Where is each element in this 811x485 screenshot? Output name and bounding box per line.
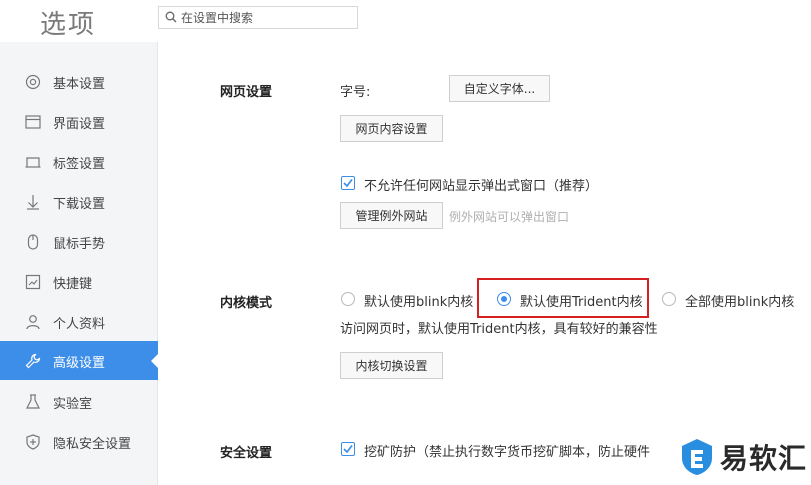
kernel-switch-settings-button[interactable]: 内核切换设置: [340, 352, 443, 379]
wrench-icon: [25, 353, 41, 369]
sidebar-item-advanced[interactable]: 高级设置: [0, 341, 159, 380]
sidebar-item-basic[interactable]: 基本设置: [0, 62, 158, 101]
sidebar-item-tabs[interactable]: 标签设置: [0, 142, 158, 181]
sidebar-item-label: 实验室: [53, 397, 93, 412]
mining-protection-checkbox[interactable]: [341, 442, 355, 456]
sidebar-item-label: 高级设置: [53, 356, 106, 371]
watermark: 易软汇: [680, 437, 807, 477]
sidebar-item-interface[interactable]: 界面设置: [0, 102, 158, 141]
tab-icon: [25, 157, 41, 168]
sidebar-item-download[interactable]: 下载设置: [0, 182, 158, 221]
sidebar-item-label: 快捷键: [53, 277, 93, 292]
kernel-section-label: 内核模式: [220, 296, 273, 311]
checkmark-icon: [343, 444, 353, 454]
radio-blink-default-label: 默认使用blink内核: [364, 295, 474, 310]
popup-block-label: 不允许任何网站显示弹出式窗口（推荐）: [364, 179, 599, 194]
webpage-content-settings-button[interactable]: 网页内容设置: [340, 115, 443, 142]
search-box[interactable]: [158, 6, 358, 29]
header: 选项: [0, 0, 811, 42]
kernel-description: 访问网页时，默认使用Trident内核，具有较好的兼容性: [340, 322, 658, 337]
webpage-section-label: 网页设置: [220, 85, 273, 100]
sidebar-item-label: 标签设置: [53, 157, 106, 172]
shortcut-icon: [25, 274, 41, 290]
custom-font-button[interactable]: 自定义字体...: [449, 75, 550, 102]
page-title: 选项: [40, 10, 97, 40]
radio-blink-all[interactable]: [662, 292, 676, 306]
sidebar-item-shortcuts[interactable]: 快捷键: [0, 262, 158, 301]
manage-exceptions-button[interactable]: 管理例外网站: [340, 202, 443, 229]
sidebar-item-label: 下载设置: [53, 197, 106, 212]
radio-blink-all-label: 全部使用blink内核: [685, 295, 795, 310]
sidebar-item-label: 个人资料: [53, 317, 106, 332]
sidebar-item-mouse-gesture[interactable]: 鼠标手势: [0, 222, 158, 261]
person-icon: [26, 315, 40, 330]
radio-trident-default-label: 默认使用Trident内核: [520, 295, 643, 310]
sidebar: 基本设置 界面设置 标签设置 下载设置 鼠标手势 快捷键 个人资料 高级设置 实…: [0, 42, 159, 485]
sidebar-item-label: 鼠标手势: [53, 237, 106, 252]
sidebar-item-label: 基本设置: [53, 77, 106, 92]
watermark-text: 易软汇: [719, 442, 807, 475]
radio-trident-default[interactable]: [497, 292, 511, 306]
logo-icon: [681, 439, 712, 475]
search-icon: [165, 11, 177, 23]
security-section-label: 安全设置: [220, 446, 273, 461]
sidebar-item-lab[interactable]: 实验室: [0, 382, 158, 421]
sidebar-item-profile[interactable]: 个人资料: [0, 302, 158, 341]
sidebar-item-label: 界面设置: [53, 117, 106, 132]
radio-blink-default[interactable]: [341, 292, 355, 306]
exceptions-hint: 例外网站可以弹出窗口: [449, 210, 570, 224]
shield-icon: [26, 434, 40, 450]
popup-block-checkbox[interactable]: [341, 176, 355, 190]
font-size-label: 字号:: [340, 85, 371, 100]
mining-protection-label: 挖矿防护（禁止执行数字货币挖矿脚本，防止硬件: [364, 445, 651, 460]
checkmark-icon: [343, 178, 353, 188]
download-icon: [27, 195, 39, 210]
sidebar-item-privacy[interactable]: 隐私安全设置: [0, 422, 158, 461]
settings-content: 网页设置 字号: 自定义字体... 网页内容设置 不允许任何网站显示弹出式窗口（…: [159, 42, 811, 485]
window-icon: [25, 115, 41, 129]
search-input[interactable]: [181, 7, 353, 28]
flask-icon: [26, 394, 40, 409]
sidebar-item-label: 隐私安全设置: [53, 437, 132, 452]
gear-icon: [25, 74, 41, 90]
mouse-icon: [27, 234, 39, 250]
